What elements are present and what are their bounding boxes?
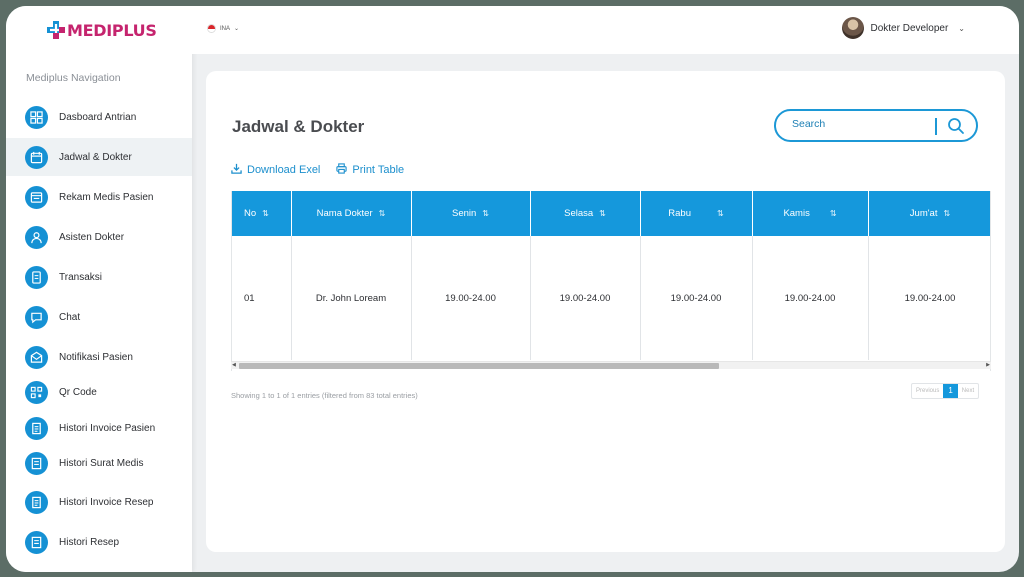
sidebar-item-label: Qr Code: [59, 386, 97, 398]
scrollbar-thumb[interactable]: [239, 363, 719, 369]
sidebar-item-label: Histori Invoice Resep: [59, 496, 154, 508]
table-actions: Download Exel Print Table: [231, 163, 404, 177]
sidebar-item-qr-code[interactable]: Qr Code: [6, 373, 192, 411]
column-header-rabu[interactable]: Rabu ⇅: [640, 191, 753, 236]
sort-icon: ⇅: [482, 209, 489, 218]
table-cell: 19.00-24.00: [868, 236, 990, 360]
sidebar-item-label: Dasboard Antrian: [59, 111, 137, 123]
medical-record-icon: [25, 185, 48, 209]
print-table-button[interactable]: Print Table: [336, 163, 404, 177]
column-header-jumat[interactable]: Jum'at ⇅: [868, 191, 990, 236]
table-cell: 01: [232, 236, 292, 360]
sidebar-item-label: Jadwal & Dokter: [59, 151, 132, 163]
sidebar-item-label: Histori Surat Medis: [59, 457, 144, 469]
qr-code-icon: [25, 380, 48, 404]
sidebar-item-dasboard-antrian[interactable]: Dasboard Antrian: [6, 98, 192, 136]
column-header-senin[interactable]: Senin ⇅: [411, 191, 531, 236]
sidebar-item-label: Chat: [59, 311, 81, 323]
chevron-down-icon: ⌄: [958, 23, 965, 33]
invoice-icon: [25, 490, 48, 514]
sidebar-item-notifikasi-pasien[interactable]: Notifikasi Pasien: [6, 338, 192, 376]
scroll-right-icon[interactable]: ▶: [986, 362, 990, 369]
document-icon: [25, 451, 48, 475]
schedule-table: No ⇅ Nama Dokter ⇅ Senin ⇅ Selasa ⇅ Rabu ⇅ Ka…: [232, 191, 990, 360]
invoice-icon: [25, 416, 48, 440]
pagination-next-button[interactable]: Next: [958, 384, 978, 398]
scroll-left-icon[interactable]: ◀: [232, 362, 236, 369]
schedule-table-container: No ⇅ Nama Dokter ⇅ Senin ⇅ Selasa ⇅ Rabu ⇅ Ka…: [231, 191, 991, 371]
assistant-icon: [25, 225, 48, 249]
main-card: Jadwal & Dokter Download Exel Print Tabl…: [206, 71, 1005, 552]
sidebar-item-label: Histori Resep: [59, 536, 120, 548]
column-header-no[interactable]: No ⇅: [232, 191, 292, 236]
document-icon: [25, 530, 48, 554]
table-cell: 19.00-24.00: [640, 236, 753, 360]
nav-caption: Mediplus Navigation: [26, 72, 121, 84]
user-name: Dokter Developer: [870, 22, 949, 34]
sidebar-item-chat[interactable]: Chat: [6, 298, 192, 336]
chat-icon: [25, 305, 48, 329]
table-row: 01 Dr. John Loream 19.00-24.00 19.00-24.…: [232, 236, 990, 360]
dashboard-icon: [25, 105, 48, 129]
print-label: Print Table: [352, 164, 405, 176]
column-header-kamis[interactable]: Kamis ⇅: [752, 191, 869, 236]
table-header-row: No ⇅ Nama Dokter ⇅ Senin ⇅ Selasa ⇅ Rabu ⇅ Ka…: [232, 191, 990, 236]
search-box: [774, 109, 978, 142]
table-cell: 19.00-24.00: [411, 236, 531, 360]
sidebar-item-jadwal-dokter[interactable]: Jadwal & Dokter: [6, 138, 192, 176]
sidebar-item-label: Asisten Dokter: [59, 231, 125, 243]
download-excel-button[interactable]: Download Exel: [231, 163, 320, 177]
table-cell: 19.00-24.00: [752, 236, 869, 360]
download-label: Download Exel: [247, 164, 321, 176]
brand-name: MEDIPLUS: [67, 20, 157, 40]
brand-logo[interactable]: MEDIPLUS: [46, 20, 157, 40]
sidebar-item-histori-invoice-resep[interactable]: Histori Invoice Resep: [6, 483, 192, 521]
search-icon[interactable]: [946, 116, 966, 136]
sort-icon: ⇅: [378, 209, 386, 218]
sidebar-item-label: Transaksi: [59, 271, 102, 283]
sidebar-item-histori-surat-medis[interactable]: Histori Surat Medis: [6, 444, 192, 482]
language-selector[interactable]: INA ⌄: [207, 24, 239, 33]
top-bar: INA ⌄ Dokter Developer ⌄: [192, 6, 1019, 54]
sidebar-item-histori-invoice-pasien[interactable]: Histori Invoice Pasien: [6, 409, 192, 447]
search-input[interactable]: [792, 118, 922, 130]
indonesia-flag-icon: [207, 24, 216, 33]
avatar: [842, 17, 865, 39]
column-header-nama-dokter[interactable]: Nama Dokter ⇅: [291, 191, 412, 236]
sidebar: MEDIPLUS Mediplus Navigation Dasboard An…: [6, 6, 192, 572]
sidebar-item-rekam-medis-pasien[interactable]: Rekam Medis Pasien: [6, 178, 192, 216]
sidebar-item-label: Notifikasi Pasien: [59, 351, 133, 363]
table-cell: 19.00-24.00: [530, 236, 641, 360]
entries-info: Showing 1 to 1 of 1 entries (filtered fr…: [231, 391, 418, 400]
sort-icon: ⇅: [717, 209, 724, 218]
page-title: Jadwal & Dokter: [232, 117, 365, 136]
calendar-icon: [25, 145, 48, 169]
sidebar-item-histori-resep[interactable]: Histori Resep: [6, 523, 192, 561]
language-code: INA: [220, 25, 231, 32]
sidebar-item-asisten-dokter[interactable]: Asisten Dokter: [6, 218, 192, 256]
sort-icon: ⇅: [829, 209, 837, 218]
pagination-previous-button[interactable]: Previous: [912, 384, 943, 398]
user-menu[interactable]: Dokter Developer ⌄: [842, 17, 965, 39]
app-window: MEDIPLUS Mediplus Navigation Dasboard An…: [6, 6, 1019, 572]
horizontal-scrollbar[interactable]: ◀ ▶: [231, 361, 991, 369]
sort-icon: ⇅: [262, 209, 269, 218]
chevron-down-icon: ⌄: [234, 26, 240, 32]
medical-cross-logo-icon: [46, 20, 66, 40]
transaction-icon: [25, 265, 48, 289]
sidebar-item-label: Rekam Medis Pasien: [59, 191, 154, 203]
column-header-selasa[interactable]: Selasa ⇅: [530, 191, 641, 236]
search-divider: [935, 118, 937, 135]
notification-icon: [25, 345, 48, 369]
sidebar-item-label: Histori Invoice Pasien: [59, 422, 156, 434]
pagination: Previous 1 Next: [911, 383, 980, 399]
download-icon: [231, 163, 242, 177]
sidebar-item-transaksi[interactable]: Transaksi: [6, 258, 192, 296]
sort-icon: ⇅: [599, 209, 606, 218]
sort-icon: ⇅: [943, 209, 951, 218]
printer-icon: [336, 163, 348, 177]
pagination-page-button[interactable]: 1: [943, 384, 958, 398]
table-cell: Dr. John Loream: [291, 236, 412, 360]
